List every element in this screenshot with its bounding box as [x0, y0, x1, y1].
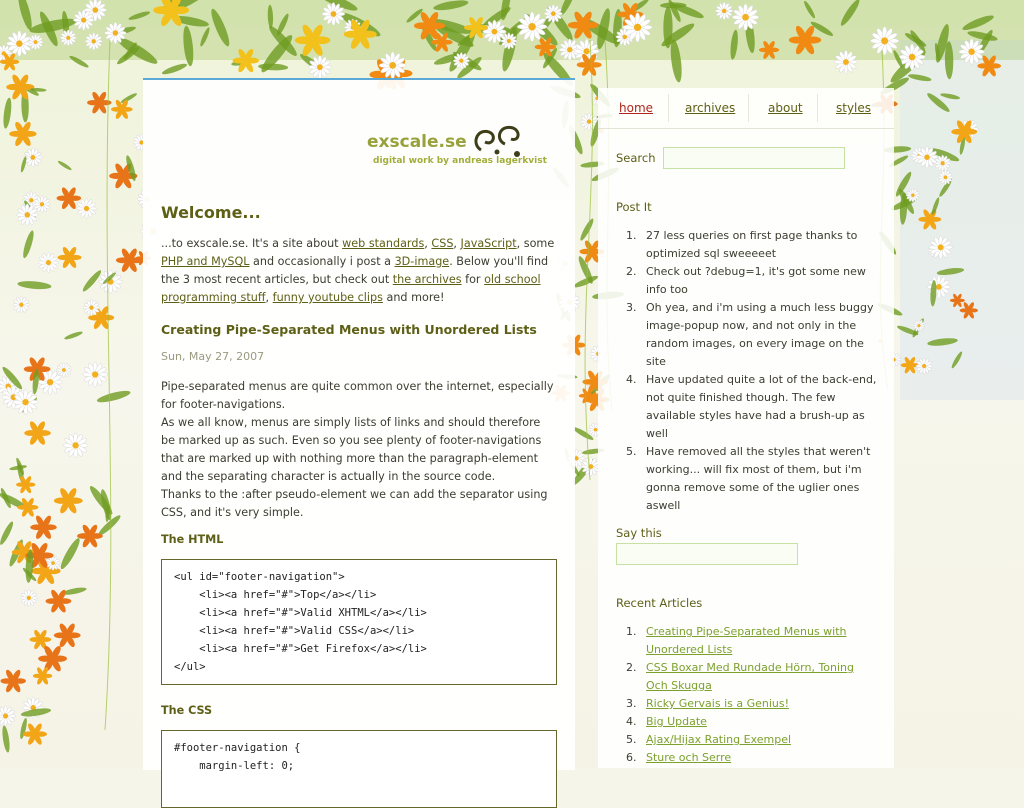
link-css[interactable]: CSS [431, 237, 453, 250]
list-item: 4. Have updated quite a lot of the back-e… [626, 373, 877, 440]
link-web-standards[interactable]: web standards [342, 237, 424, 250]
link-javascript[interactable]: JavaScript [461, 237, 517, 250]
sidebar: home archives about styles Search Post I… [598, 88, 894, 768]
page-title: Welcome... [161, 203, 261, 222]
post-it-list: 1. 27 less queries on first page thanks t… [616, 227, 878, 515]
recent-article-link[interactable]: Sture och Serre [646, 751, 731, 764]
list-item: 3. Ricky Gervais is a Genius! [626, 697, 790, 710]
article-date: Sun, May 27, 2007 [161, 350, 265, 363]
search-label: Search [616, 151, 656, 165]
link-3d-image[interactable]: 3D-image [395, 255, 450, 268]
say-this-input[interactable] [616, 543, 798, 565]
recent-articles-heading: Recent Articles [616, 596, 703, 610]
list-item: 3. Oh yea, and i'm using a much less bugg… [626, 301, 874, 368]
recent-article-link[interactable]: Ajax/Hijax Rating Exempel [646, 733, 791, 746]
nav-home[interactable]: home [619, 101, 653, 115]
main-content: exscale.se digital work by andreas lager… [143, 78, 575, 808]
say-this-label: Say this [616, 526, 662, 540]
recent-article-link[interactable]: Ricky Gervais is a Genius! [646, 697, 789, 710]
intro-paragraph: ...to exscale.se. It's a site about web … [161, 237, 555, 304]
link-archives[interactable]: the archives [393, 273, 462, 286]
list-item: 6. Sture och Serre [626, 751, 732, 764]
main-nav: home archives about styles [598, 88, 894, 129]
swirl-logo-icon [474, 125, 520, 157]
list-item: 2. Check out ?debug=1, it's got some new … [626, 265, 866, 296]
list-item: 5. Have removed all the styles that weren… [626, 445, 871, 512]
list-item: 1. 27 less queries on first page thanks t… [626, 229, 858, 260]
css-heading: The CSS [161, 704, 213, 717]
search-input[interactable] [663, 147, 845, 169]
list-item: 2. CSS Boxar Med Rundade Hörn, Toning Och… [626, 661, 855, 692]
article-title[interactable]: Creating Pipe-Separated Menus with Unord… [161, 322, 537, 337]
html-heading: The HTML [161, 533, 224, 546]
css-code-block: #footer-navigation { margin-left: 0; [161, 730, 557, 808]
link-youtube-clips[interactable]: funny youtube clips [273, 291, 383, 304]
recent-article-link[interactable]: Creating Pipe-Separated Menus with Unord… [646, 625, 847, 656]
site-name: exscale.se [367, 132, 467, 152]
link-php-mysql[interactable]: PHP and MySQL [161, 255, 249, 268]
recent-article-link[interactable]: Big Update [646, 715, 707, 728]
article-body: Pipe-separated menus are quite common ov… [161, 380, 554, 519]
post-it-heading: Post It [616, 200, 652, 214]
nav-about[interactable]: about [768, 101, 803, 115]
nav-styles[interactable]: styles [836, 101, 871, 115]
recent-article-link[interactable]: CSS Boxar Med Rundade Hörn, Toning Och S… [646, 661, 854, 692]
list-item: 5. Ajax/Hijax Rating Exempel [626, 733, 792, 746]
list-item: 1. Creating Pipe-Separated Menus with Uno… [626, 625, 847, 656]
site-logo[interactable]: exscale.se digital work by andreas lager… [367, 125, 547, 172]
list-item: 4. Big Update [626, 715, 707, 728]
recent-articles-list: 1. Creating Pipe-Separated Menus with Uno… [616, 623, 878, 767]
nav-archives[interactable]: archives [685, 101, 735, 115]
html-code-block: <ul id="footer-navigation"> <li><a href=… [161, 559, 557, 685]
